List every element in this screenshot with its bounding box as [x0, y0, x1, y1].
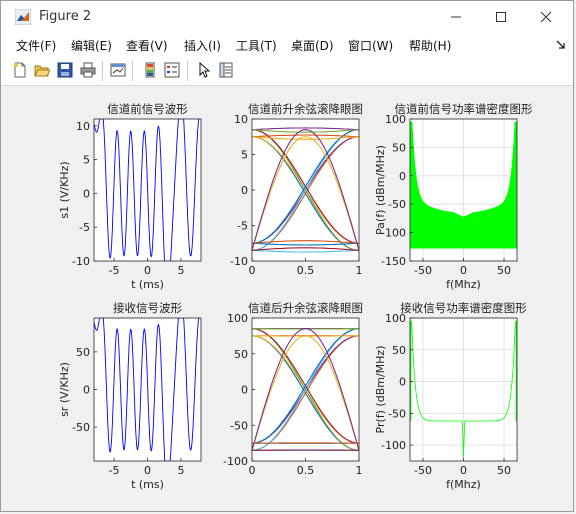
- x-tick-label: -50: [414, 264, 432, 277]
- y-tick-label: -50: [72, 421, 90, 434]
- x-tick-label: -5: [109, 264, 120, 277]
- window-title: Figure 2: [39, 9, 92, 24]
- y-tick-label: 5: [83, 154, 90, 167]
- y-tick-label: -50: [388, 198, 406, 211]
- y-axis-label: sr (V/KHz): [58, 362, 71, 417]
- chart-1: -5 0 5 10 5 0 -5 -10 信道前信号波形 t (ms) s1 (V/KHz): [58, 102, 202, 291]
- chart-3: -50 0 50100500-50-100-150信道前信号功率谱密度图形f(Mhz…: [374, 102, 533, 291]
- y-tick-label: 50: [76, 346, 90, 359]
- menu-window[interactable]: 窗口(W): [348, 37, 393, 54]
- x-tick-label: 1: [356, 464, 363, 477]
- x-tick-label: -5: [109, 464, 120, 477]
- open-file-icon[interactable]: [33, 61, 51, 79]
- y-tick-label: 50: [392, 141, 406, 154]
- matlab-logo-icon: [15, 9, 31, 25]
- chart-title: 信道前信号波形: [107, 102, 188, 116]
- y-tick-label: -5: [79, 221, 90, 234]
- new-figure-icon[interactable]: [11, 61, 29, 79]
- x-tick-label: 0: [144, 264, 151, 277]
- x-tick-label: 0: [460, 264, 467, 277]
- menu-insert[interactable]: 插入(I): [184, 37, 221, 54]
- x-tick-label: 0: [249, 464, 256, 477]
- save-icon[interactable]: [56, 61, 74, 79]
- menu-file[interactable]: 文件(F): [16, 37, 56, 54]
- print-icon[interactable]: [79, 61, 97, 79]
- y-tick-label: 50: [392, 344, 406, 357]
- x-tick-label: 5: [177, 464, 184, 477]
- y-tick-label: -50: [388, 407, 406, 420]
- y-tick-label: -5: [237, 220, 248, 233]
- figure-canvas: -5 0 5 10 5 0 -5 -10 信道前信号波形 t (ms) s1 (V/KHz) 0 0.5…: [9, 87, 569, 503]
- y-tick-label: -50: [230, 419, 248, 432]
- y-tick-label: 0: [399, 376, 406, 389]
- y-tick-label: 10: [234, 113, 248, 126]
- x-tick-label: 50: [497, 464, 511, 477]
- y-tick-label: -100: [381, 439, 406, 452]
- chart-title: 信道前升余弦滚降眼图: [248, 102, 363, 116]
- menu-edit[interactable]: 编辑(E): [71, 37, 112, 54]
- chart-title: 信道前信号功率谱密度图形: [395, 102, 533, 116]
- chart-title: 接收信号功率谱密度图形: [400, 301, 527, 315]
- x-tick-label: 0: [144, 464, 151, 477]
- x-tick-label: 0.5: [297, 264, 315, 277]
- close-button[interactable]: [523, 1, 569, 33]
- link-plot-icon[interactable]: [109, 61, 127, 79]
- chart-5: 0 0.5 1 100 50 0 -50 -100 信道后升余弦滚降眼图: [223, 301, 363, 477]
- chart-title: 接收信号波形: [113, 301, 182, 315]
- x-tick-label: 50: [497, 264, 511, 277]
- y-tick-label: 0: [241, 184, 248, 197]
- y-axis-label: s1 (V/KHz): [58, 161, 71, 218]
- pointer-icon[interactable]: [195, 61, 213, 79]
- y-tick-label: -10: [72, 255, 90, 268]
- x-tick-label: 0.5: [297, 464, 315, 477]
- menu-bar: 文件(F) 编辑(E) 查看(V) 插入(I) 工具(T) 桌面(D) 窗口(W…: [1, 33, 573, 57]
- toolbar-separator: [132, 61, 133, 81]
- maximize-button[interactable]: [478, 1, 524, 33]
- y-tick-label: 100: [227, 312, 248, 325]
- y-axis-label: Pr(f) (dBm/MHz): [374, 346, 387, 434]
- minimize-icon: [451, 16, 461, 18]
- y-tick-label: 50: [234, 348, 248, 361]
- toolbar: [1, 57, 573, 86]
- plot-area: -5 0 51050-5-10信道前信号波形t (ms)s1 (V/KHz)0 0.5…: [58, 102, 533, 491]
- maximize-icon: [496, 12, 506, 22]
- y-tick-label: 0: [399, 170, 406, 183]
- x-axis-label: t (ms): [131, 278, 164, 291]
- x-tick-label: 1: [356, 264, 363, 277]
- insert-legend-icon[interactable]: [163, 61, 181, 79]
- y-tick-label: 0: [83, 384, 90, 397]
- menu-view[interactable]: 查看(V): [126, 37, 168, 54]
- x-tick-label: 5: [177, 264, 184, 277]
- menu-tools[interactable]: 工具(T): [236, 37, 277, 54]
- x-tick-label: 0: [249, 264, 256, 277]
- chart-2: 0 0.5 1 10 5 0 -5 -10 信道前升余弦滚降眼图: [230, 102, 363, 277]
- chart-4: -5 0 5500-50接收信号波形t (ms)sr (V/KHz): [58, 301, 202, 491]
- x-axis-label: t (ms): [131, 478, 164, 491]
- menu-help[interactable]: 帮助(H): [409, 37, 451, 54]
- x-tick-label: -50: [414, 464, 432, 477]
- dock-arrow-icon[interactable]: [556, 40, 566, 50]
- y-tick-label: 5: [241, 149, 248, 162]
- insert-colorbar-icon[interactable]: [141, 61, 159, 79]
- y-tick-label: 0: [241, 384, 248, 397]
- toolbar-separator: [187, 61, 188, 81]
- y-tick-label: -100: [223, 455, 248, 468]
- menu-desktop[interactable]: 桌面(D): [291, 37, 334, 54]
- toolbar-separator: [102, 61, 103, 81]
- chart-6: -50 0 50100500-50-100接收信号功率谱密度图形f(Mhz)Pr(f…: [374, 301, 527, 491]
- property-inspector-icon[interactable]: [217, 61, 235, 79]
- figure-window: Figure 2 文件(F) 编辑(E) 查看(V) 插入(I) 工具(T) 桌…: [0, 0, 574, 512]
- close-icon: [540, 11, 552, 23]
- minimize-button[interactable]: [433, 1, 479, 33]
- x-axis-label: f(Mhz): [446, 478, 481, 491]
- title-bar: Figure 2: [1, 1, 573, 33]
- y-tick-label: 0: [83, 187, 90, 200]
- y-tick-label: -150: [381, 255, 406, 268]
- y-tick-label: -10: [230, 255, 248, 268]
- y-tick-label: 10: [76, 120, 90, 133]
- y-axis-label: Pa(f) (dBm/MHz): [374, 145, 387, 235]
- x-tick-label: 0: [460, 464, 467, 477]
- chart-title: 信道后升余弦滚降眼图: [248, 301, 363, 315]
- x-axis-label: f(Mhz): [446, 278, 481, 291]
